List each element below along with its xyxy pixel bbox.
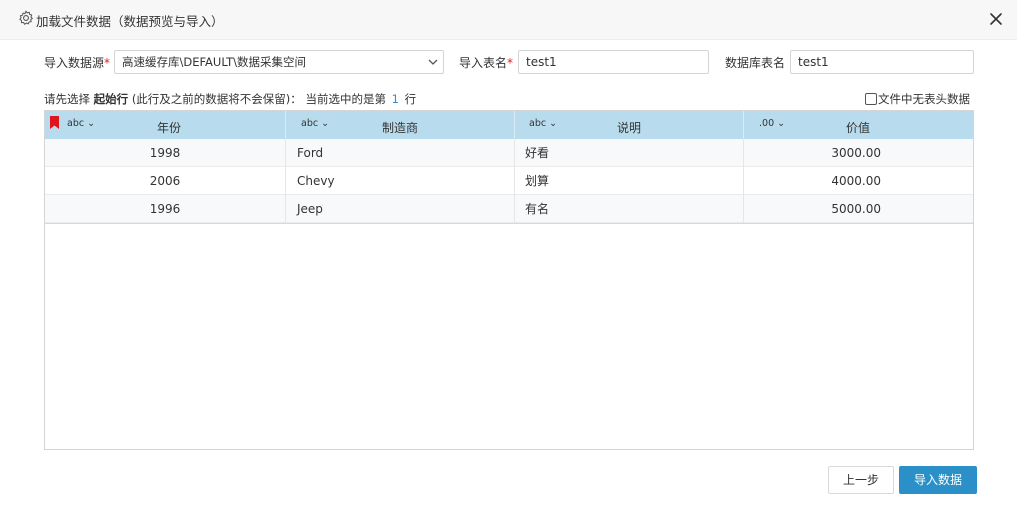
table-row[interactable]: 2006 Chevy 划算 4000.00 <box>45 167 973 195</box>
import-data-button[interactable]: 导入数据 <box>899 466 977 494</box>
selected-row-number: 1 <box>391 92 399 106</box>
bookmark-flag-icon <box>50 116 59 129</box>
cell-year: 2006 <box>45 167 286 195</box>
db-table-name-input[interactable] <box>790 50 974 74</box>
table-name-input[interactable] <box>518 50 709 74</box>
cell-year: 1996 <box>45 195 286 223</box>
no-header-option[interactable]: 文件中无表头数据 <box>865 91 970 106</box>
cell-year: 1998 <box>45 139 286 167</box>
table-name-label: 导入表名* <box>459 56 514 70</box>
cell-description: 好看 <box>515 139 744 167</box>
preview-grid: abc ⌄ 年份 abc ⌄ 制造商 abc ⌄ 说明 .00 ⌄ 价值 199… <box>44 110 974 450</box>
column-header[interactable]: abc ⌄ 说明 <box>515 111 744 139</box>
previous-step-button[interactable]: 上一步 <box>828 466 894 494</box>
dialog-titlebar: 加载文件数据（数据预览与导入） <box>0 0 1017 40</box>
column-header[interactable]: .00 ⌄ 价值 <box>744 111 973 139</box>
table-row[interactable]: 1998 Ford 好看 3000.00 <box>45 139 973 167</box>
cell-maker: Chevy <box>286 167 515 195</box>
no-header-checkbox[interactable] <box>865 93 877 105</box>
cell-maker: Ford <box>286 139 515 167</box>
dialog-title: 加载文件数据（数据预览与导入） <box>36 14 224 29</box>
column-type-selector[interactable]: abc ⌄ <box>67 118 95 129</box>
gear-icon <box>19 10 33 25</box>
grid-rows-divider <box>45 223 973 224</box>
column-header[interactable]: abc ⌄ 制造商 <box>286 111 515 139</box>
grid-header: abc ⌄ 年份 abc ⌄ 制造商 abc ⌄ 说明 .00 ⌄ 价值 <box>45 111 973 139</box>
column-header[interactable]: abc ⌄ 年份 <box>45 111 286 139</box>
source-select[interactable]: 高速缓存库\DEFAULT\数据采集空间 <box>114 50 444 74</box>
source-select-value: 高速缓存库\DEFAULT\数据采集空间 <box>122 55 307 69</box>
db-table-name-label: 数据库表名 <box>725 56 786 70</box>
cell-value: 4000.00 <box>831 174 881 188</box>
close-icon[interactable] <box>987 10 1005 28</box>
column-name: 价值 <box>846 121 871 135</box>
column-type-selector[interactable]: .00 ⌄ <box>759 118 785 129</box>
column-name: 制造商 <box>382 121 419 135</box>
cell-value: 3000.00 <box>831 146 881 160</box>
column-type-selector[interactable]: abc ⌄ <box>529 118 557 129</box>
column-name: 说明 <box>617 121 642 135</box>
start-row-hint: 请先选择 起始行 (此行及之前的数据将不会保留)： 当前选中的是第 1 行 <box>44 92 417 106</box>
chevron-down-icon <box>428 59 438 65</box>
cell-maker: Jeep <box>286 195 515 223</box>
cell-value: 5000.00 <box>831 202 881 216</box>
cell-description: 划算 <box>515 167 744 195</box>
source-label: 导入数据源* <box>44 56 111 70</box>
column-type-selector[interactable]: abc ⌄ <box>301 118 329 129</box>
no-header-label: 文件中无表头数据 <box>878 92 970 106</box>
cell-description: 有名 <box>515 195 744 223</box>
table-row[interactable]: 1996 Jeep 有名 5000.00 <box>45 195 973 223</box>
column-name: 年份 <box>157 121 182 135</box>
